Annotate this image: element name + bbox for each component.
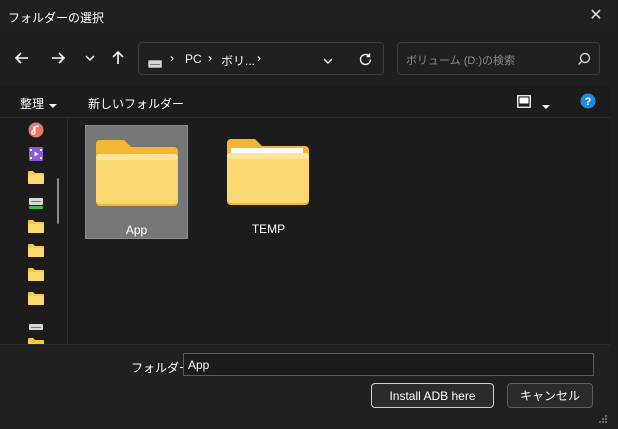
address-dropdown-icon[interactable] [322,54,334,72]
navigation-bar: › PC › ボリ... › ボリューム (D:)の検索 [0,32,610,86]
drive-icon[interactable] [28,318,44,334]
folder-tile-temp[interactable]: TEMP [217,125,320,239]
help-icon[interactable]: ? [580,93,596,114]
music-icon[interactable] [28,122,44,138]
folder-name: App [125,223,148,237]
breadcrumb-volume[interactable]: ボリ... [221,52,255,69]
folder-icon [225,137,311,210]
folder-icon[interactable] [28,291,44,307]
search-icon[interactable] [577,52,591,71]
dialog-footer: フォルダー: Install ADB here キャンセル [0,344,610,425]
new-folder-button[interactable]: 新しいフォルダー [88,95,184,112]
folder-view: App TEMP [69,118,610,344]
folder-icon[interactable] [28,337,44,344]
network-drive-icon[interactable] [28,196,44,212]
search-placeholder: ボリューム (D:)の検索 [406,55,516,67]
video-icon[interactable] [28,146,44,162]
folder-name-input[interactable] [183,353,594,376]
resize-grip-icon[interactable] [598,411,608,429]
navigation-pane [0,118,68,344]
svg-text:?: ? [585,96,592,108]
install-adb-button[interactable]: Install ADB here [371,383,494,408]
folder-picker-dialog: フォルダーの選択 ✕ › PC › ボリ... › ボリューム (D:)の検索 … [0,0,610,425]
address-bar[interactable]: › PC › ボリ... › [138,42,384,75]
breadcrumb-chevron-icon: › [170,51,174,65]
cancel-button[interactable]: キャンセル [507,383,593,408]
forward-arrow-icon[interactable] [46,46,70,70]
view-options-icon[interactable] [517,95,531,113]
folder-icon[interactable] [28,219,44,235]
window-title: フォルダーの選択 [8,11,105,25]
refresh-icon[interactable] [358,52,373,72]
breadcrumb-pc[interactable]: PC [185,52,202,66]
breadcrumb-chevron-icon: › [257,51,261,65]
recent-locations-chevron-icon[interactable] [78,46,102,70]
folder-icon[interactable] [28,243,44,259]
sidebar-scrollbar[interactable] [57,178,59,224]
organize-menu[interactable]: 整理 [20,95,44,112]
search-box[interactable]: ボリューム (D:)の検索 [397,42,600,75]
close-icon[interactable]: ✕ [584,4,608,28]
folder-name: TEMP [251,222,286,236]
back-arrow-icon[interactable] [10,46,34,70]
view-options-chevron-icon[interactable] [541,98,551,116]
command-bar: 整理 新しいフォルダー ? [0,86,610,118]
drive-icon [148,55,162,73]
organize-chevron-icon[interactable] [48,97,58,115]
folder-icon[interactable] [28,267,44,283]
background-window-edge [610,0,618,425]
breadcrumb-chevron-icon: › [208,51,212,65]
organize-label: 整理 [20,97,45,111]
folder-icon[interactable] [28,170,44,186]
folder-tile-app[interactable]: App [85,125,188,239]
title-bar: フォルダーの選択 ✕ [0,0,610,32]
up-arrow-icon[interactable] [106,46,130,70]
folder-icon [94,138,180,211]
